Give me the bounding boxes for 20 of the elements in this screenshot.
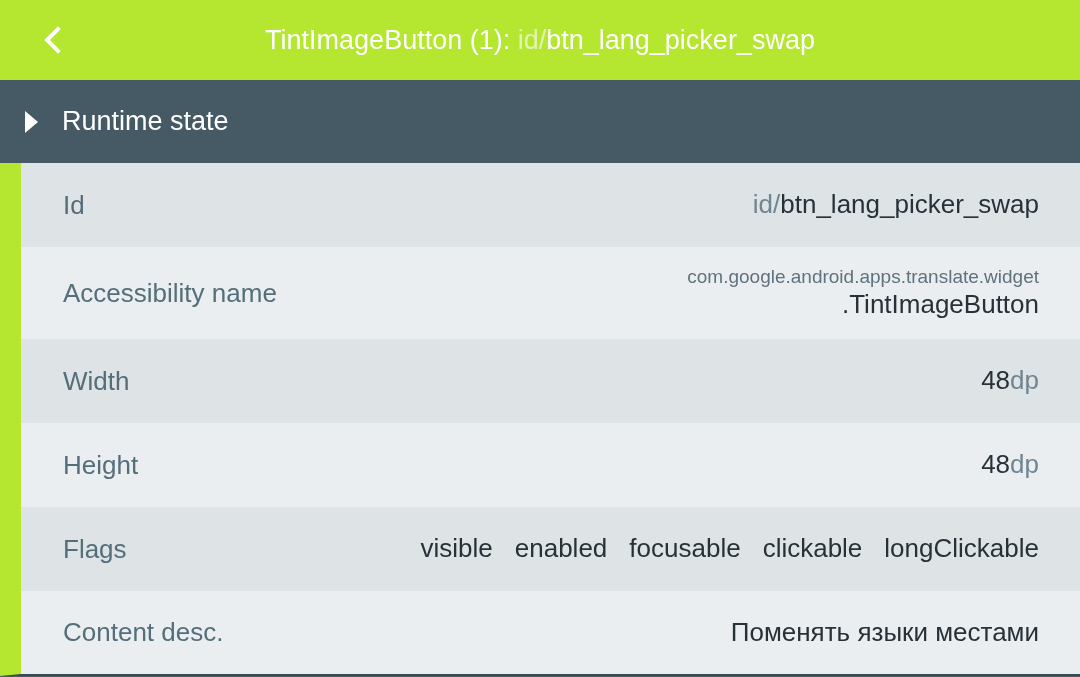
- property-label: Width: [63, 364, 130, 398]
- property-label: Id: [63, 188, 85, 222]
- property-value: 48dp: [981, 449, 1039, 481]
- property-value: id/btn_lang_picker_swap: [752, 189, 1039, 221]
- back-icon: [42, 26, 62, 54]
- caret-icon: [25, 110, 38, 133]
- flag-label: longClickable: [884, 533, 1039, 565]
- flag-label: visible: [420, 533, 493, 565]
- flag-label: focusable: [629, 533, 741, 565]
- property-value: com.google.android.apps.translate.widget: [687, 266, 1039, 289]
- property-value: Поменять языки местами: [730, 616, 1039, 649]
- property-label: Height: [63, 448, 139, 482]
- property-label: Content desc.: [63, 616, 224, 649]
- property-label: Accessibility name: [63, 276, 277, 310]
- property-value: 48dp: [981, 365, 1039, 397]
- property-label: Flags: [63, 532, 127, 566]
- property-value: .TintImageButton: [841, 288, 1039, 320]
- flag-label: clickable: [762, 533, 863, 565]
- flag-label: enabled: [514, 533, 608, 565]
- window-title: TintImageButton (1): id/btn_lang_picker_swap: [265, 23, 815, 57]
